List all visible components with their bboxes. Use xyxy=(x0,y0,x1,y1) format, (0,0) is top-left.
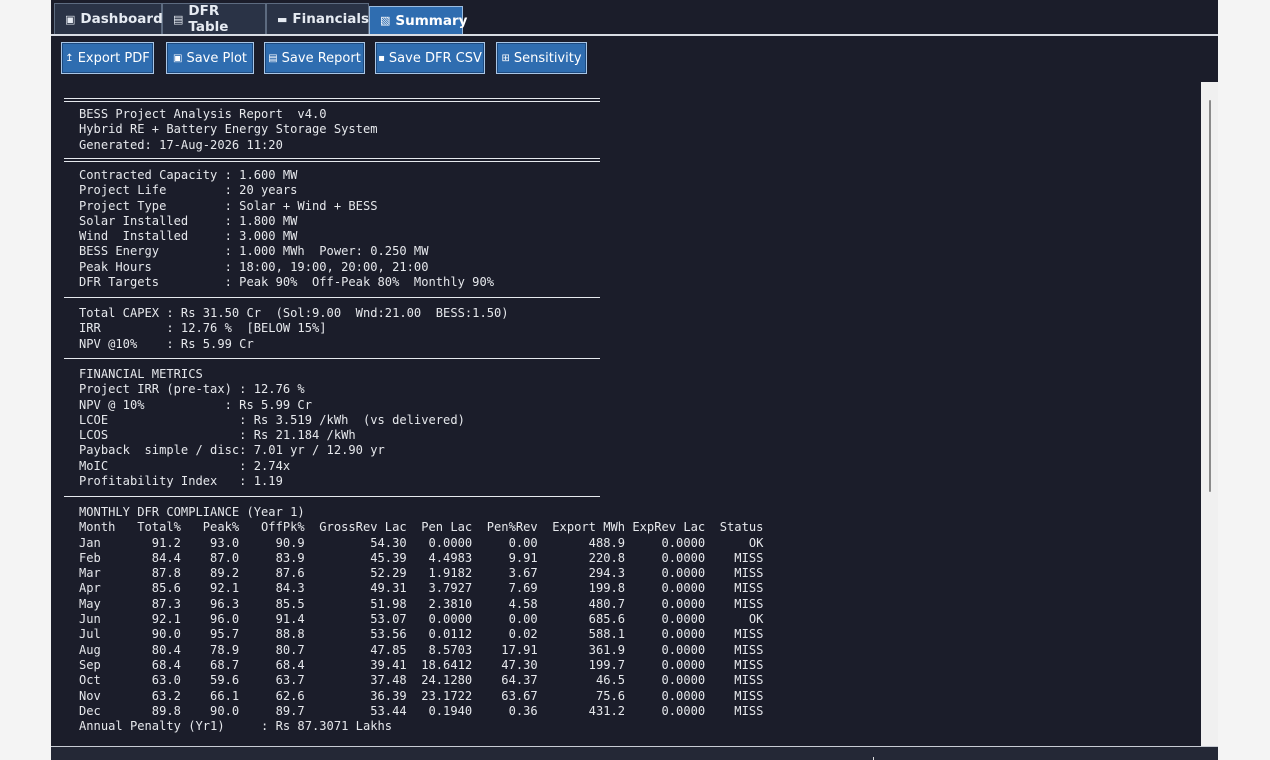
button-label: Save Plot xyxy=(186,50,247,66)
report-line: Generated: 17-Aug-2026 11:20 xyxy=(79,137,283,152)
save-icon: ▪ xyxy=(378,52,385,64)
toolbar: ↥ Export PDF ▣ Save Plot ▤ Save Report ▪… xyxy=(51,36,1218,82)
tab-dfr-table[interactable]: ▤ DFR Table xyxy=(162,3,266,35)
report-line: LCOE : Rs 3.519 /kWh (vs delivered) xyxy=(79,412,465,427)
tab-label: Summary xyxy=(395,12,468,29)
save-report-button[interactable]: ▤ Save Report xyxy=(264,42,365,74)
dashboard-icon: ▣ xyxy=(65,12,76,26)
report-line: BESS Project Analysis Report v4.0 xyxy=(79,107,327,121)
report-line: Project Life : 20 years xyxy=(79,183,298,198)
report-line: Total CAPEX : Rs 31.50 Cr (Sol:9.00 Wnd:… xyxy=(79,306,509,320)
table-row: Feb 84.4 87.0 83.9 45.39 4.4983 9.91 220… xyxy=(79,550,764,565)
report-line: Wind Installed : 3.000 MW xyxy=(79,229,298,244)
project-parameters: Contracted Capacity : 1.600 MW Project Li… xyxy=(79,168,494,290)
report-line: FINANCIAL METRICS xyxy=(79,367,203,381)
annual-penalty: Annual Penalty (Yr1) : Rs 87.3071 Lakhs xyxy=(79,719,393,734)
report-line: Profitability Index : 1.19 xyxy=(79,474,283,489)
table-header: Month Total% Peak% OffPk% GrossRev Lac P… xyxy=(79,520,764,535)
sensitivity-button[interactable]: ⊞ Sensitivity xyxy=(496,42,587,74)
status-strip xyxy=(51,746,1218,760)
table-row: Jul 90.0 95.7 88.8 53.56 0.0112 0.02 588… xyxy=(79,627,764,642)
table-row: Sep 68.4 68.7 68.4 39.41 18.6412 47.30 1… xyxy=(79,657,764,672)
wallet-icon: ▬ xyxy=(277,12,288,26)
report-line: DFR Targets : Peak 90% Off-Peak 80% Mont… xyxy=(79,275,495,290)
table-row: Apr 85.6 92.1 84.3 49.31 3.7927 7.69 199… xyxy=(79,581,764,596)
report-header: BESS Project Analysis Report v4.0 Hybrid … xyxy=(79,107,378,153)
button-label: Sensitivity xyxy=(513,50,582,66)
table-row: Aug 80.4 78.9 80.7 47.85 8.5703 17.91 36… xyxy=(79,642,764,657)
report-line: Project Type : Solar + Wind + BESS xyxy=(79,198,378,213)
financial-metrics: FINANCIAL METRICS Project IRR (pre-tax) :… xyxy=(79,367,465,489)
app-window: ▣ Dashboard ▤ DFR Table ▬ Financials ▧ S… xyxy=(51,0,1218,760)
table-row: Jun 92.1 96.0 91.4 53.07 0.0000 0.00 685… xyxy=(79,612,764,627)
report-line: Peak Hours : 18:00, 19:00, 20:00, 21:00 xyxy=(79,259,429,274)
document-icon: ▧ xyxy=(380,14,391,27)
report-line: Solar Installed : 1.800 MW xyxy=(79,213,298,228)
report-line: MoIC : 2.74x xyxy=(79,458,291,473)
report-line: Contracted Capacity : 1.600 MW xyxy=(79,168,298,182)
report-icon: ▤ xyxy=(268,52,278,64)
divider xyxy=(64,358,600,359)
report-line: NPV @ 10% : Rs 5.99 Cr xyxy=(79,397,312,412)
report-line: Hybrid RE + Battery Energy Storage Syste… xyxy=(79,122,378,137)
save-plot-button[interactable]: ▣ Save Plot xyxy=(166,42,254,74)
divider xyxy=(64,496,600,497)
button-label: Export PDF xyxy=(77,50,150,66)
key-summary: Total CAPEX : Rs 31.50 Cr (Sol:9.00 Wnd:… xyxy=(79,306,509,352)
report-line: NPV @10% : Rs 5.99 Cr xyxy=(79,336,254,351)
button-label: Save Report xyxy=(281,50,361,66)
button-label: Save DFR CSV xyxy=(388,50,482,66)
tab-summary[interactable]: ▧ Summary xyxy=(369,6,467,34)
report-line: BESS Energy : 1.000 MWh Power: 0.250 MW xyxy=(79,244,429,259)
report-line: Project IRR (pre-tax) : 12.76 % xyxy=(79,382,305,397)
table-row: Dec 89.8 90.0 89.7 53.44 0.1940 0.36 431… xyxy=(79,703,764,718)
report-line: Payback simple / disc: 7.01 yr / 12.90 y… xyxy=(79,443,385,458)
table-icon: ▤ xyxy=(173,12,184,26)
divider xyxy=(64,158,600,162)
divider xyxy=(64,297,600,298)
report-text-area[interactable]: BESS Project Analysis Report v4.0 Hybrid … xyxy=(51,82,1201,746)
export-icon: ↥ xyxy=(65,52,74,64)
table-row: Nov 63.2 66.1 62.6 36.39 23.1722 63.67 7… xyxy=(79,688,764,703)
save-dfr-csv-button[interactable]: ▪ Save DFR CSV xyxy=(375,42,485,74)
tab-label: Financials xyxy=(292,11,369,27)
tab-financials[interactable]: ▬ Financials xyxy=(266,3,369,34)
report-line: IRR : 12.76 % [BELOW 15%] xyxy=(79,321,327,336)
scrollbar-thumb[interactable] xyxy=(1209,100,1211,492)
vertical-scrollbar[interactable] xyxy=(1201,82,1218,746)
table-row: May 87.3 96.3 85.5 51.98 2.3810 4.58 480… xyxy=(79,596,764,611)
tab-label: Dashboard xyxy=(80,11,163,27)
export-pdf-button[interactable]: ↥ Export PDF xyxy=(61,42,154,74)
report-line: LCOS : Rs 21.184 /kWh xyxy=(79,428,356,443)
save-plot-icon: ▣ xyxy=(173,52,183,64)
grid-icon: ⊞ xyxy=(501,52,510,64)
table-row: Mar 87.8 89.2 87.6 52.29 1.9182 3.67 294… xyxy=(79,566,764,581)
divider xyxy=(64,98,600,102)
dfr-compliance-table: MONTHLY DFR COMPLIANCE (Year 1) Month Tot… xyxy=(79,505,763,734)
tab-bar: ▣ Dashboard ▤ DFR Table ▬ Financials ▧ S… xyxy=(51,0,1218,36)
table-row: Oct 63.0 59.6 63.7 37.48 24.1280 64.37 4… xyxy=(79,673,764,688)
tab-dashboard[interactable]: ▣ Dashboard xyxy=(54,3,163,34)
table-row: Jan 91.2 93.0 90.9 54.30 0.0000 0.00 488… xyxy=(79,535,764,550)
tab-label: DFR Table xyxy=(188,3,229,35)
table-title: MONTHLY DFR COMPLIANCE (Year 1) xyxy=(79,505,305,519)
